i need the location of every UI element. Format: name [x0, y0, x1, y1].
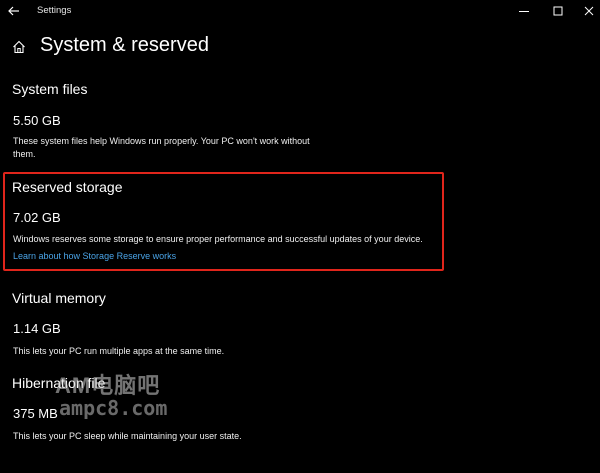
section-desc-reserved-storage: Windows reserves some storage to ensure …: [13, 234, 423, 244]
minimize-button[interactable]: [516, 3, 532, 19]
minimize-icon: [519, 11, 529, 12]
section-desc-hibernation-file: This lets your PC sleep while maintainin…: [13, 431, 242, 441]
section-size-system-files: 5.50 GB: [13, 113, 61, 128]
section-size-reserved-storage: 7.02 GB: [13, 210, 61, 225]
section-desc-virtual-memory: This lets your PC run multiple apps at t…: [13, 346, 225, 356]
back-button[interactable]: [6, 3, 22, 19]
title-bar: Settings: [0, 0, 600, 22]
section-title-reserved-storage: Reserved storage: [12, 179, 123, 195]
maximize-button[interactable]: [550, 3, 566, 19]
maximize-icon: [553, 6, 563, 16]
app-title: Settings: [37, 5, 72, 16]
close-icon: [584, 6, 594, 16]
section-title-virtual-memory: Virtual memory: [12, 290, 106, 306]
section-title-system-files: System files: [12, 81, 88, 97]
close-button[interactable]: [581, 3, 597, 19]
section-size-virtual-memory: 1.14 GB: [13, 321, 61, 336]
storage-reserve-link[interactable]: Learn about how Storage Reserve works: [13, 251, 176, 261]
back-arrow-icon: [8, 6, 19, 16]
section-desc-system-files: These system files help Windows run prop…: [13, 136, 310, 159]
watermark-url: ampc8.com: [59, 396, 168, 420]
page-title: System & reserved: [40, 34, 209, 56]
home-button[interactable]: [12, 40, 26, 54]
home-icon: [13, 40, 25, 54]
settings-window: Settings System & reserved System files: [0, 0, 600, 473]
section-title-hibernation-file: Hibernation file: [12, 375, 106, 391]
section-size-hibernation-file: 375 MB: [13, 406, 58, 421]
